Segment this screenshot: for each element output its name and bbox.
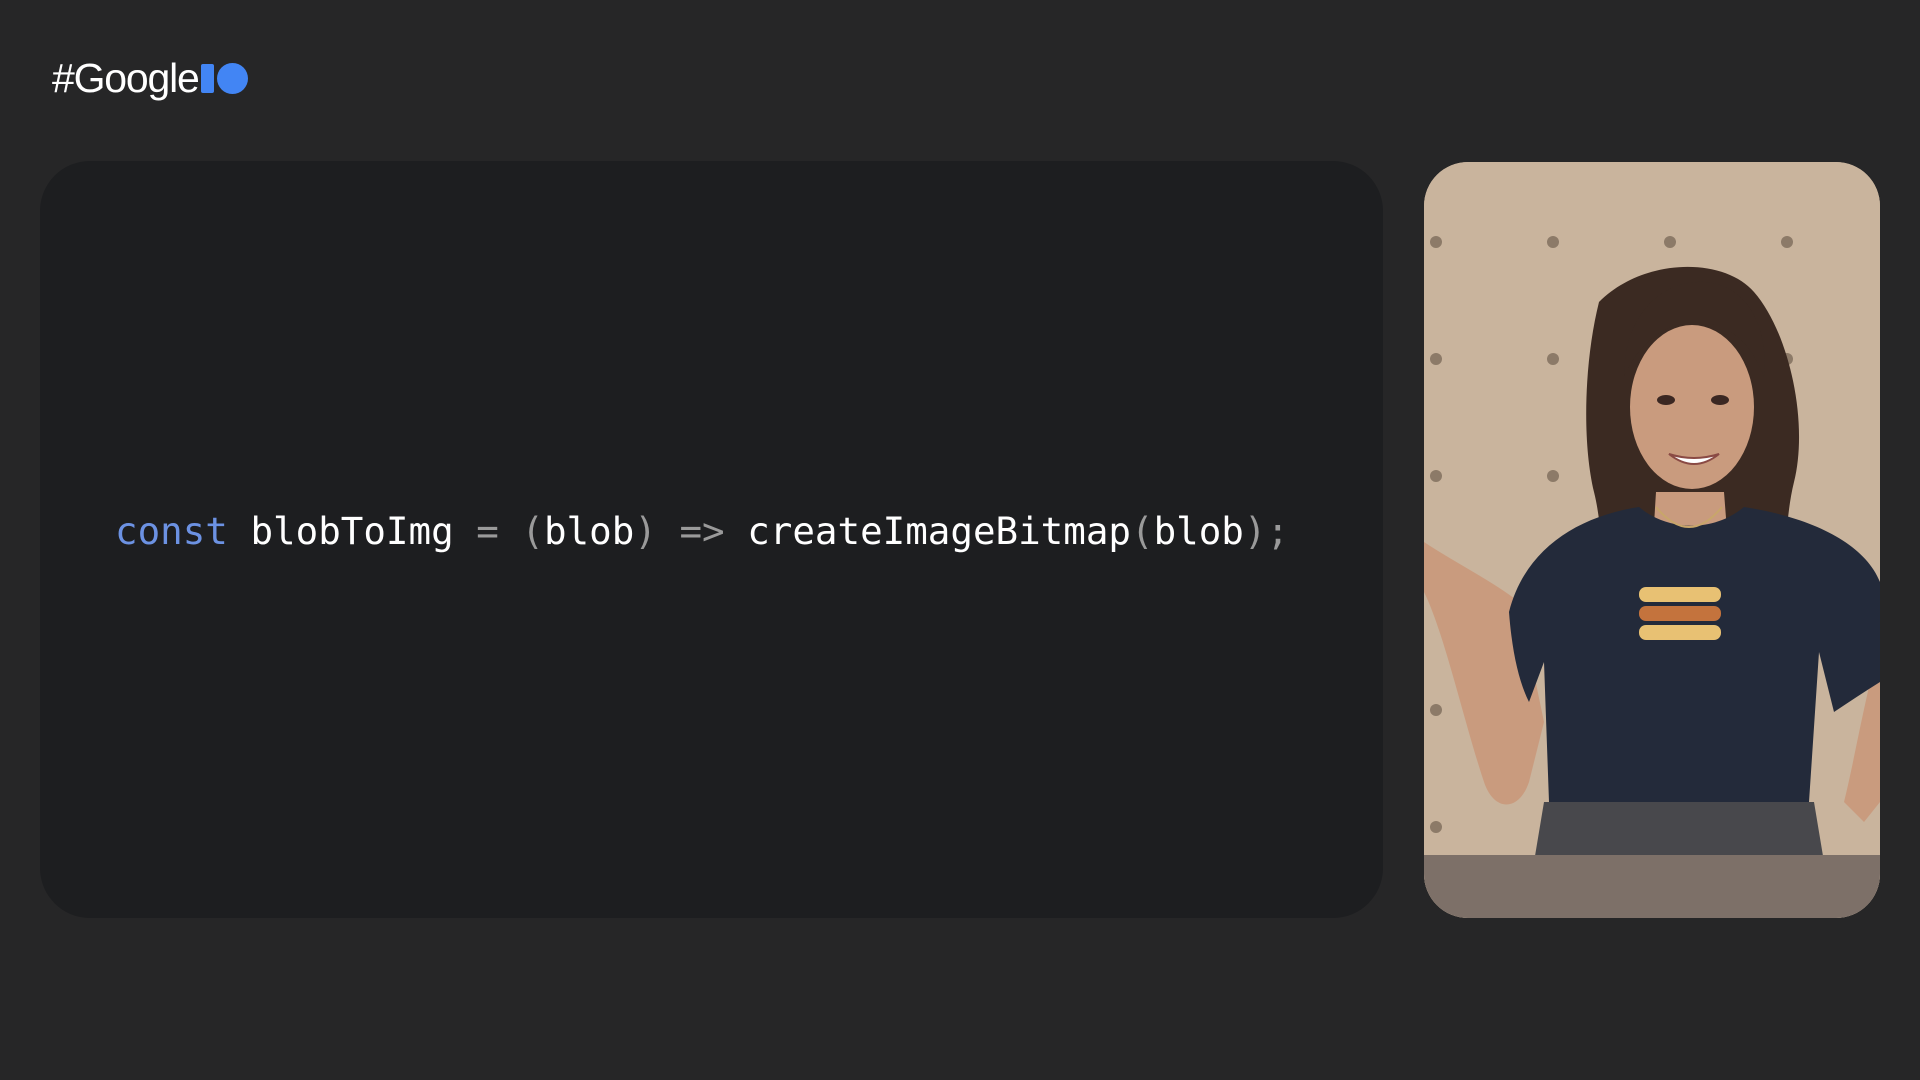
logo-o-circle xyxy=(216,62,248,94)
table-edge xyxy=(1424,855,1880,918)
peg-hole xyxy=(1430,236,1442,248)
peg-hole xyxy=(1547,470,1559,482)
peg-hole xyxy=(1430,821,1442,833)
logo-i-bar xyxy=(200,63,214,93)
code-token-operator: = xyxy=(476,509,499,553)
google-io-logo: #Google xyxy=(52,52,248,104)
eye-left xyxy=(1657,395,1675,405)
shirt-logo xyxy=(1639,587,1721,640)
code-token-punctuation: ( xyxy=(521,509,544,553)
peg-hole xyxy=(1664,236,1676,248)
code-token-identifier: blobToImg xyxy=(250,509,454,553)
peg-hole xyxy=(1547,353,1559,365)
code-token-punctuation: ; xyxy=(1266,509,1290,553)
code-token-punctuation: ( xyxy=(1131,509,1154,553)
presenter-video xyxy=(1424,162,1880,918)
code-panel: const blobToImg = (blob) => createImageB… xyxy=(40,161,1383,918)
code-token-punctuation: ) xyxy=(634,509,657,553)
code-token-keyword: const xyxy=(115,509,228,553)
peg-hole xyxy=(1430,470,1442,482)
code-token-identifier: blob xyxy=(1153,509,1244,553)
peg-hole xyxy=(1430,704,1442,716)
peg-hole xyxy=(1430,353,1442,365)
peg-hole xyxy=(1547,236,1559,248)
peg-hole xyxy=(1781,236,1793,248)
logo-text: #Google xyxy=(52,54,200,101)
presenter-image xyxy=(1424,162,1880,918)
code-token-identifier: blob xyxy=(543,509,635,553)
eye-right xyxy=(1711,395,1729,405)
slide: #Google const blobToImg = (blob) => crea… xyxy=(0,0,1920,1080)
code-token-identifier: createImageBitmap xyxy=(747,509,1131,553)
jeans xyxy=(1534,802,1824,862)
code-token-punctuation: ) xyxy=(1243,509,1267,553)
code-token-operator: => xyxy=(679,509,725,553)
code-line: const blobToImg = (blob) => createImageB… xyxy=(115,512,1289,551)
